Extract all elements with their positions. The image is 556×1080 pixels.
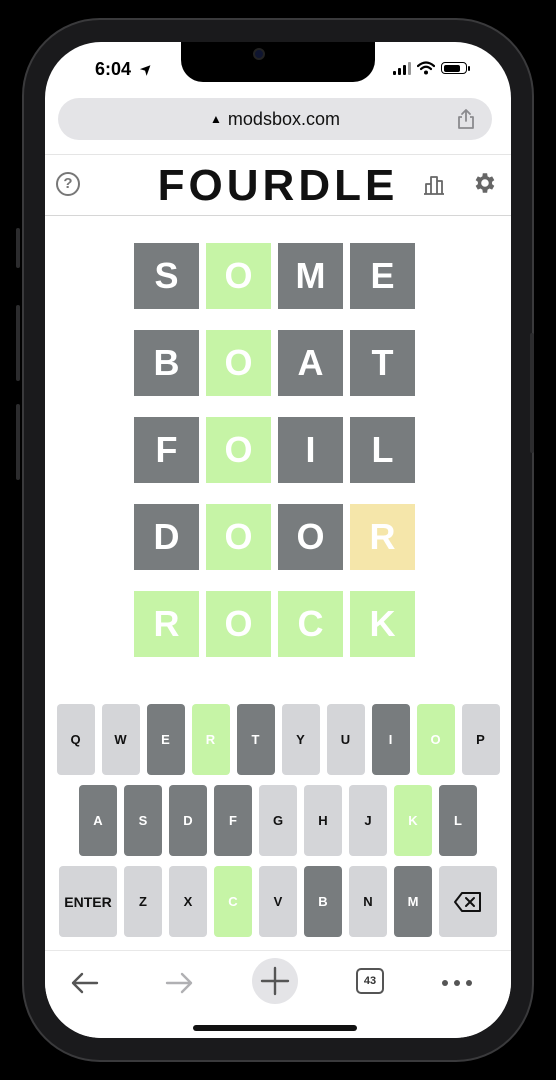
tab-count: 43 — [363, 975, 377, 987]
key-y[interactable]: Y — [281, 704, 320, 775]
plus-icon — [260, 966, 290, 996]
key-x[interactable]: X — [169, 866, 207, 937]
board-tile: L — [350, 417, 415, 483]
board-tile: O — [206, 417, 271, 483]
key-l[interactable]: L — [439, 785, 477, 856]
game-header: ? FOURDLE — [45, 154, 511, 216]
key-n[interactable]: N — [349, 866, 387, 937]
enter-key[interactable]: ENTER — [59, 866, 117, 937]
board-tile: R — [134, 591, 199, 657]
keyboard-row: QWERTYUIOP — [54, 704, 502, 775]
keyboard-row: ENTER Z X C V B N M — [54, 866, 502, 937]
key-a[interactable]: A — [79, 785, 117, 856]
key-t[interactable]: T — [236, 704, 275, 775]
volume-down-button — [16, 404, 20, 480]
board-tile: T — [350, 330, 415, 396]
board-tile: E — [350, 243, 415, 309]
board-tile: S — [134, 243, 199, 309]
forward-arrow-icon[interactable] — [161, 965, 197, 1001]
power-button — [530, 333, 534, 453]
volume-up-button — [16, 305, 20, 381]
board-tile: M — [278, 243, 343, 309]
game-board: SOMEBOATFOILDOORROCK — [134, 243, 415, 678]
backspace-key[interactable] — [439, 866, 497, 937]
front-camera — [253, 48, 265, 60]
location-icon: ➤ — [136, 58, 158, 80]
key-q[interactable]: Q — [56, 704, 95, 775]
keyboard-row: ASDFGHJKL — [54, 785, 502, 856]
url-text[interactable]: modsbox.com — [228, 109, 340, 130]
phone-screen: 6:04 ➤ ▲ modsbox.com ? FOURDLE SOMEBOAT — [45, 42, 511, 1038]
status-indicators — [393, 61, 470, 75]
backspace-icon — [454, 891, 481, 912]
notch — [181, 42, 375, 82]
cellular-signal-icon — [393, 61, 411, 75]
new-tab-button[interactable] — [252, 958, 298, 1004]
board-row: SOME — [134, 243, 415, 309]
board-row: ROCK — [134, 591, 415, 657]
wifi-icon — [417, 61, 435, 75]
key-e[interactable]: E — [146, 704, 185, 775]
site-warning-icon: ▲ — [210, 112, 222, 126]
key-v[interactable]: V — [259, 866, 297, 937]
key-s[interactable]: S — [124, 785, 162, 856]
gear-icon[interactable] — [471, 170, 497, 196]
home-indicator — [193, 1025, 357, 1031]
key-o[interactable]: O — [416, 704, 455, 775]
key-d[interactable]: D — [169, 785, 207, 856]
more-icon[interactable] — [439, 965, 475, 1001]
board-tile: O — [206, 330, 271, 396]
key-i[interactable]: I — [371, 704, 410, 775]
board-tile: A — [278, 330, 343, 396]
board-tile: D — [134, 504, 199, 570]
mute-switch — [16, 228, 20, 268]
key-k[interactable]: K — [394, 785, 432, 856]
key-m[interactable]: M — [394, 866, 432, 937]
key-f[interactable]: F — [214, 785, 252, 856]
battery-icon — [441, 62, 470, 74]
on-screen-keyboard: Q W E R T Y U I O P A S D F G H J K L ENTER Z X C V B N M — [54, 704, 502, 947]
board-tile: O — [206, 591, 271, 657]
board-tile: I — [278, 417, 343, 483]
board-tile: O — [206, 243, 271, 309]
key-p[interactable]: P — [461, 704, 500, 775]
status-time: 6:04 — [95, 59, 132, 79]
key-u[interactable]: U — [326, 704, 365, 775]
address-bar[interactable]: ▲ modsbox.com — [58, 98, 492, 140]
key-h[interactable]: H — [304, 785, 342, 856]
board-tile: O — [278, 504, 343, 570]
key-z[interactable]: Z — [124, 866, 162, 937]
key-w[interactable]: W — [101, 704, 140, 775]
board-tile: F — [134, 417, 199, 483]
board-tile: R — [350, 504, 415, 570]
key-j[interactable]: J — [349, 785, 387, 856]
board-row: DOOR — [134, 504, 415, 570]
key-c[interactable]: C — [214, 866, 252, 937]
board-tile: B — [134, 330, 199, 396]
stats-icon[interactable] — [422, 173, 446, 195]
board-tile: C — [278, 591, 343, 657]
share-icon[interactable] — [456, 108, 476, 130]
board-tile: K — [350, 591, 415, 657]
board-row: FOIL — [134, 417, 415, 483]
key-b[interactable]: B — [304, 866, 342, 937]
key-r[interactable]: R — [191, 704, 230, 775]
back-arrow-icon[interactable] — [67, 965, 103, 1001]
board-row: BOAT — [134, 330, 415, 396]
board-tile: O — [206, 504, 271, 570]
key-g[interactable]: G — [259, 785, 297, 856]
tabs-button[interactable]: 43 — [356, 968, 384, 994]
